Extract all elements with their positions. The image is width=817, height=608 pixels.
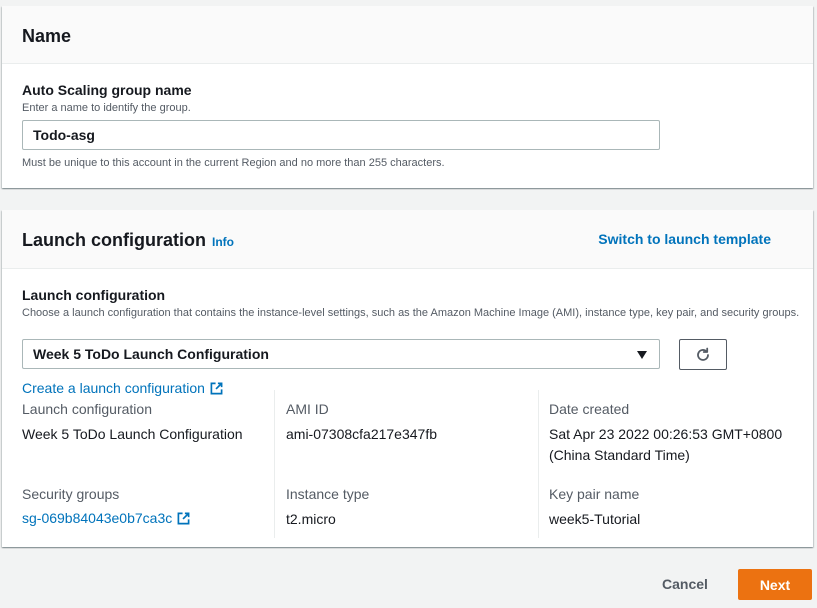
column-divider <box>538 390 539 538</box>
instance-type-key: Instance type <box>286 486 370 502</box>
date-created-value-line1: Sat Apr 23 2022 00:26:53 GMT+0800 <box>549 426 783 442</box>
create-launch-config-label: Create a launch configuration <box>22 380 205 396</box>
security-group-link[interactable]: sg-069b84043e0b7ca3c <box>22 510 190 526</box>
launch-config-panel-title: Launch configuration <box>22 230 206 250</box>
info-link[interactable]: Info <box>212 235 234 249</box>
launch-config-panel: Launch configuration Info Switch to laun… <box>2 210 813 547</box>
launch-config-detail-value: Week 5 ToDo Launch Configuration <box>22 426 243 442</box>
next-button[interactable]: Next <box>738 569 812 600</box>
name-panel-header: Name <box>2 6 813 64</box>
launch-config-field-description: Choose a launch configuration that conta… <box>22 307 800 319</box>
date-created-key: Date created <box>549 401 630 417</box>
launch-config-field-label: Launch configuration <box>22 287 166 303</box>
switch-to-launch-template-link[interactable]: Switch to launch template <box>598 231 771 247</box>
asg-name-description: Enter a name to identify the group. <box>22 102 191 114</box>
name-panel: Name Auto Scaling group name Enter a nam… <box>2 6 813 188</box>
key-pair-name-key: Key pair name <box>549 486 640 502</box>
launch-config-select-value: Week 5 ToDo Launch Configuration <box>33 346 269 362</box>
dropdown-caret-icon <box>637 351 647 359</box>
asg-name-input[interactable]: Todo-asg <box>22 120 660 150</box>
launch-config-select[interactable]: Week 5 ToDo Launch Configuration <box>22 339 660 369</box>
security-groups-key: Security groups <box>22 486 120 502</box>
asg-name-label: Auto Scaling group name <box>22 82 192 98</box>
launch-config-detail-key: Launch configuration <box>22 401 152 417</box>
refresh-icon <box>697 347 709 361</box>
column-divider <box>274 390 275 538</box>
key-pair-name-value: week5-Tutorial <box>549 511 641 527</box>
launch-config-panel-header: Launch configuration Info Switch to laun… <box>2 210 813 269</box>
date-created-value-line2: (China Standard Time) <box>549 447 690 463</box>
ami-id-value: ami-07308cfa217e347fb <box>286 426 438 442</box>
instance-type-value: t2.micro <box>286 511 336 527</box>
refresh-button[interactable] <box>679 339 727 370</box>
external-link-icon <box>177 512 190 524</box>
external-link-icon <box>210 382 223 394</box>
security-group-value: sg-069b84043e0b7ca3c <box>22 510 173 526</box>
cancel-button[interactable]: Cancel <box>650 572 720 596</box>
asg-name-constraint: Must be unique to this account in the cu… <box>22 157 445 169</box>
name-panel-title: Name <box>22 26 72 46</box>
ami-id-key: AMI ID <box>286 401 329 417</box>
create-launch-config-link[interactable]: Create a launch configuration <box>22 380 223 396</box>
asg-name-input-value: Todo-asg <box>33 127 95 143</box>
